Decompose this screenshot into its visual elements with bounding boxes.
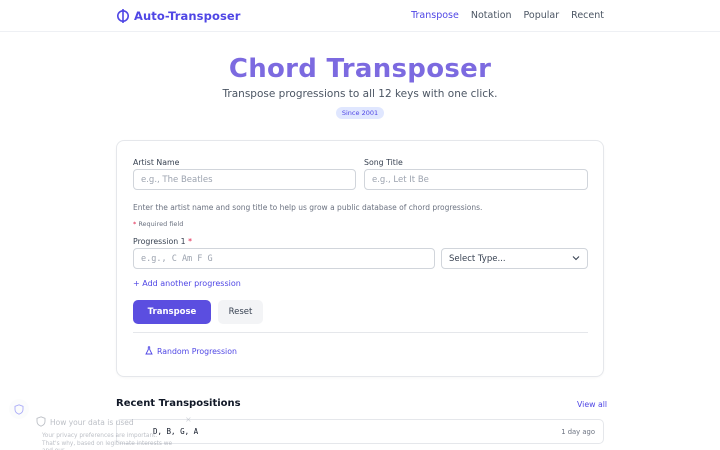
required-note-text: Required field [138,220,184,228]
required-note: * Required field [133,220,183,228]
song-label: Song Title [364,158,403,167]
random-progression-link[interactable]: Random Progression [145,346,237,357]
top-header: Auto-Transposer Transpose Notation Popul… [0,0,720,32]
transpose-button[interactable]: Transpose [133,300,211,324]
required-star: * [133,220,137,228]
nav-recent[interactable]: Recent [571,10,604,21]
progression-required-star: * [188,237,192,246]
artist-placeholder: e.g., The Beatles [141,174,213,185]
shield-icon [36,416,46,429]
privacy-title-row: How your data is used [36,416,134,429]
artist-input[interactable]: e.g., The Beatles [133,169,356,190]
help-text: Enter the artist name and song title to … [133,203,483,212]
random-progression-label: Random Progression [157,347,237,356]
page-title: Chord Transposer [228,54,492,84]
privacy-title: How your data is used [50,418,134,427]
song-input[interactable]: e.g., Let It Be [364,169,588,190]
progression-label-text: Progression 1 [133,237,186,246]
hero: Chord Transposer Transpose progressions … [0,32,720,119]
brand-name[interactable]: Auto-Transposer [134,9,241,23]
close-icon[interactable]: × [185,415,192,424]
nav-transpose[interactable]: Transpose [411,10,459,21]
privacy-shield-button[interactable] [9,399,29,419]
add-progression-link[interactable]: + Add another progression [133,279,241,288]
main-nav: Transpose Notation Popular Recent [411,10,604,21]
progression-placeholder: e.g., C Am F G [141,253,213,264]
recent-title: Recent Transpositions [116,398,241,409]
type-select[interactable]: Select Type... [441,248,588,269]
flask-icon [145,346,153,357]
song-placeholder: e.g., Let It Be [372,174,429,185]
reset-button[interactable]: Reset [218,300,263,324]
nav-notation[interactable]: Notation [471,10,512,21]
chevron-down-icon [572,254,580,264]
progression-label: Progression 1 * [133,237,192,246]
brand[interactable]: Auto-Transposer [116,8,241,24]
shield-icon [14,400,24,419]
privacy-text: Your privacy preferences are important. … [42,433,173,450]
privacy-popup: How your data is used × Your privacy pre… [36,412,196,450]
page-subtitle: Transpose progressions to all 12 keys wi… [222,88,498,100]
nav-popular[interactable]: Popular [524,10,560,21]
note-icon [116,8,130,24]
type-select-value: Select Type... [449,253,506,264]
progression-input[interactable]: e.g., C Am F G [133,248,435,269]
recent-time: 1 day ago [561,427,595,436]
artist-label: Artist Name [133,158,180,167]
form-divider [133,332,588,333]
transpose-form-card: Artist Name e.g., The Beatles Song Title… [116,140,604,377]
since-badge: Since 2001 [335,107,385,119]
view-all-link[interactable]: View all [577,400,607,409]
